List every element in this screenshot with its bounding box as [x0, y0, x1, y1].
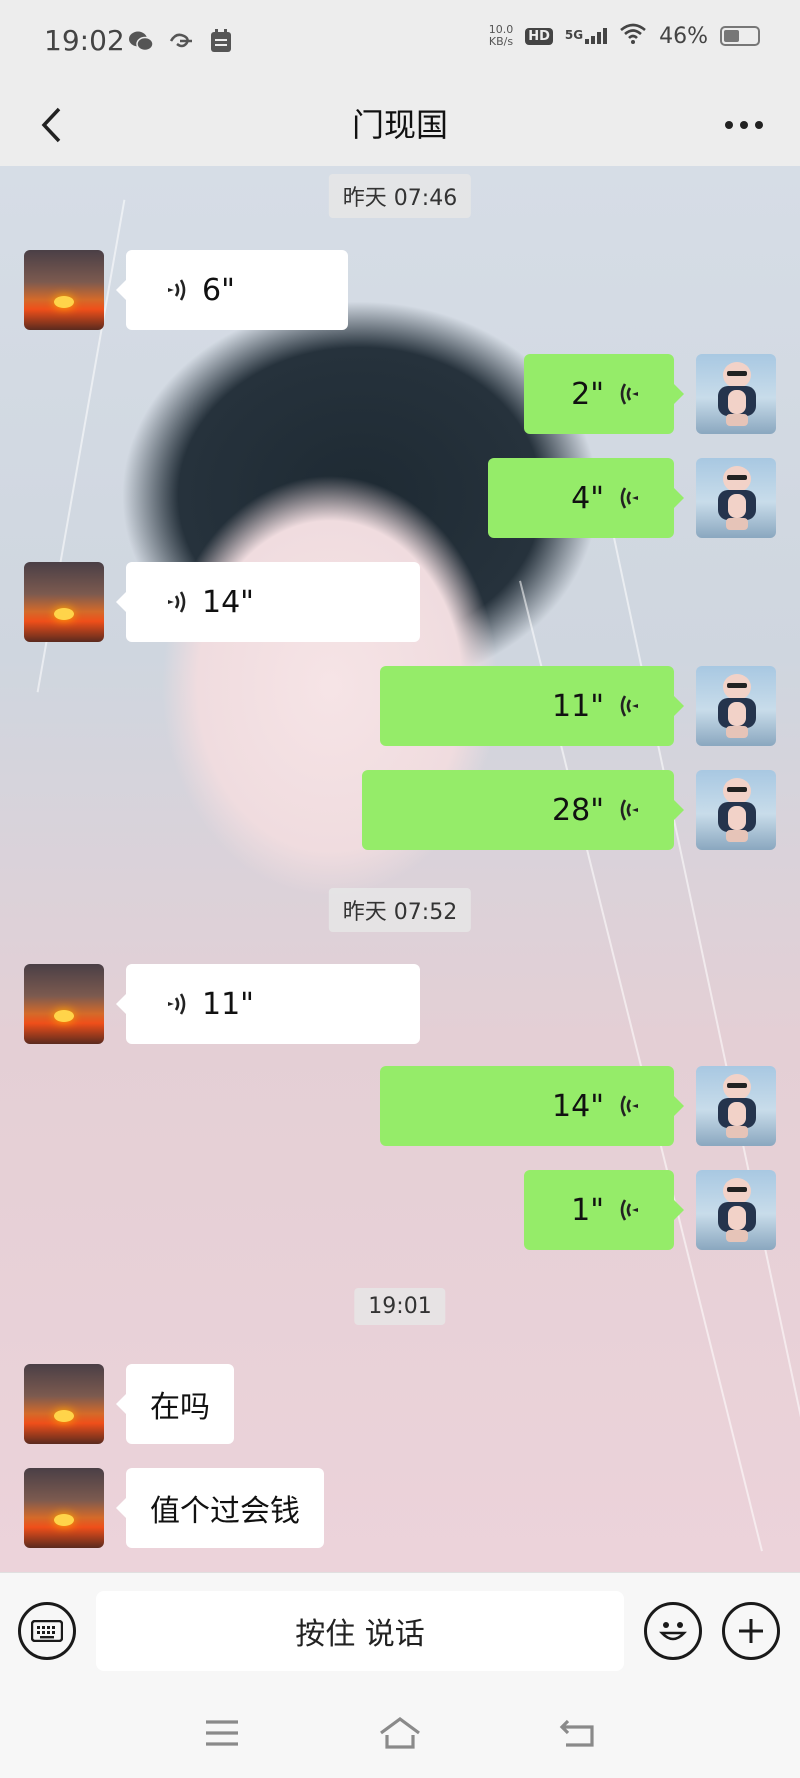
status-right-cluster: 10.0 KB/s HD 5G 46%	[489, 22, 760, 50]
back-icon	[559, 1719, 594, 1747]
voice-message-outgoing[interactable]: 2"	[524, 354, 684, 434]
keyboard-toggle-button[interactable]	[18, 1602, 76, 1660]
net-speed: 10.0 KB/s	[488, 23, 514, 48]
voice-duration: 11"	[552, 688, 604, 724]
voice-message-outgoing[interactable]: 4"	[488, 458, 684, 538]
contact-avatar[interactable]	[24, 1364, 104, 1444]
voice-wave-icon	[616, 483, 644, 513]
signal-5g-icon: 5G	[565, 28, 608, 44]
voice-wave-icon	[616, 795, 644, 825]
text-message-incoming[interactable]: 值个过会钱	[116, 1468, 324, 1548]
voice-message-outgoing[interactable]: 11"	[380, 666, 684, 746]
voice-duration: 28"	[552, 792, 604, 828]
battery-percent: 46%	[659, 23, 708, 49]
voice-wave-icon	[162, 275, 190, 305]
voice-wave-icon	[162, 989, 190, 1019]
chat-area[interactable]: 昨天 07:46 6" 2" 4" 14" 11" 28" 昨天 07:52 1…	[0, 166, 800, 1572]
input-bar: 按住 说话	[0, 1572, 800, 1689]
calendar-icon	[208, 28, 234, 54]
emoji-icon	[659, 1622, 687, 1641]
voice-wave-icon	[616, 1195, 644, 1225]
system-nav-bar	[0, 1688, 800, 1778]
voice-duration: 6"	[202, 272, 235, 308]
chat-title: 门现国	[351, 106, 448, 144]
my-avatar[interactable]	[696, 354, 776, 434]
chat-header: 门现国	[0, 84, 800, 166]
voice-wave-icon	[616, 691, 644, 721]
wifi-icon	[619, 22, 647, 50]
voice-wave-icon	[616, 1091, 644, 1121]
voice-message-outgoing[interactable]: 14"	[380, 1066, 684, 1146]
voice-duration: 2"	[571, 376, 604, 412]
hold-to-talk-button[interactable]: 按住 说话	[96, 1591, 624, 1671]
contact-avatar[interactable]	[24, 562, 104, 642]
text-message-incoming[interactable]: 在吗	[116, 1364, 234, 1444]
voice-message-incoming[interactable]: 6"	[116, 250, 348, 330]
system-back-button[interactable]	[553, 1710, 603, 1756]
timestamp: 19:01	[354, 1288, 446, 1325]
more-dots-icon	[725, 121, 763, 129]
voice-duration: 14"	[552, 1088, 604, 1124]
keyboard-icon	[31, 1620, 63, 1642]
hd-badge: HD	[525, 27, 553, 45]
contact-avatar[interactable]	[24, 1468, 104, 1548]
timestamp: 昨天 07:52	[328, 888, 472, 932]
contact-avatar[interactable]	[24, 250, 104, 330]
plus-button[interactable]	[722, 1602, 780, 1660]
status-notification-icons	[128, 28, 234, 54]
voice-wave-icon	[616, 379, 644, 409]
home-button[interactable]	[375, 1710, 425, 1756]
status-bar: 19:02 10.0 KB/s HD 5G 46%	[0, 0, 800, 84]
emoji-button[interactable]	[644, 1602, 702, 1660]
voice-message-outgoing[interactable]: 1"	[524, 1170, 684, 1250]
my-avatar[interactable]	[696, 1066, 776, 1146]
voice-duration: 1"	[571, 1192, 604, 1228]
battery-icon	[720, 26, 760, 46]
my-avatar[interactable]	[696, 666, 776, 746]
wechat-icon	[128, 28, 154, 54]
more-button[interactable]	[712, 98, 776, 152]
voice-duration: 11"	[202, 986, 254, 1022]
my-avatar[interactable]	[696, 770, 776, 850]
plus-icon	[739, 1619, 763, 1643]
voice-message-incoming[interactable]: 14"	[116, 562, 420, 642]
swirl-icon	[168, 28, 194, 54]
voice-duration: 4"	[571, 480, 604, 516]
home-icon	[380, 1717, 420, 1749]
voice-message-incoming[interactable]: 11"	[116, 964, 420, 1044]
timestamp: 昨天 07:46	[328, 174, 472, 218]
my-avatar[interactable]	[696, 458, 776, 538]
voice-wave-icon	[162, 587, 190, 617]
menu-icon	[206, 1720, 238, 1746]
status-time: 19:02	[44, 24, 125, 57]
contact-avatar[interactable]	[24, 964, 104, 1044]
menu-button[interactable]	[197, 1710, 247, 1756]
my-avatar[interactable]	[696, 1170, 776, 1250]
voice-duration: 14"	[202, 584, 254, 620]
voice-message-outgoing[interactable]: 28"	[362, 770, 684, 850]
